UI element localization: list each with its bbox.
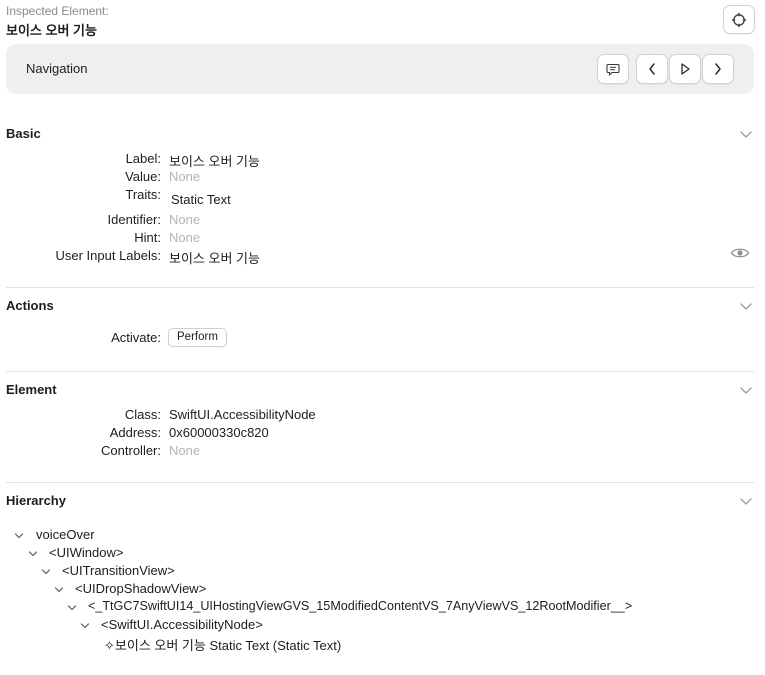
chevron-down-icon[interactable] bbox=[739, 301, 753, 311]
label-field-value: 보이스 오버 기능 bbox=[169, 154, 260, 169]
hierarchy-node-selected[interactable]: ✧보이스 오버 기능 Static Text (Static Text) bbox=[104, 635, 341, 654]
perform-button[interactable]: Perform bbox=[168, 328, 227, 347]
hierarchy-node[interactable]: <UITransitionView> bbox=[62, 563, 175, 578]
value-field-value: None bbox=[169, 169, 201, 184]
class-field-label: Class: bbox=[124, 407, 161, 422]
chevron-down-icon[interactable] bbox=[14, 532, 24, 540]
speech-bubble-icon bbox=[606, 63, 620, 76]
section-title-basic: Basic bbox=[6, 126, 41, 141]
identifier-field-label: Identifier: bbox=[107, 212, 161, 227]
crosshair-icon bbox=[731, 12, 747, 27]
inspected-element-value: 보이스 오버 기능 bbox=[6, 23, 97, 38]
chevron-down-icon[interactable] bbox=[739, 496, 753, 506]
section-divider bbox=[6, 482, 754, 483]
section-title-hierarchy: Hierarchy bbox=[6, 493, 66, 508]
inspected-element-label: Inspected Element: bbox=[6, 4, 109, 18]
controller-field-label: Controller: bbox=[101, 443, 161, 458]
chevron-down-icon[interactable] bbox=[739, 385, 753, 395]
chevron-down-icon[interactable] bbox=[739, 129, 753, 139]
label-field-label: Label: bbox=[125, 151, 161, 166]
play-button[interactable] bbox=[669, 54, 701, 84]
chevron-down-icon[interactable] bbox=[67, 604, 77, 612]
chevron-down-icon[interactable] bbox=[41, 568, 51, 576]
next-button[interactable] bbox=[702, 54, 734, 84]
navigation-bar: Navigation bbox=[6, 44, 754, 94]
traits-field-label: Traits: bbox=[125, 187, 161, 202]
hierarchy-node[interactable]: voiceOver bbox=[36, 527, 95, 542]
address-field-label: Address: bbox=[109, 425, 161, 440]
traits-field-value: Static Text bbox=[171, 192, 231, 207]
chevron-down-icon[interactable] bbox=[80, 622, 90, 630]
address-field-value: 0x60000330c820 bbox=[169, 425, 269, 440]
hierarchy-node[interactable]: <_TtGC7SwiftUI14_UIHostingViewGVS_15Modi… bbox=[88, 599, 632, 613]
identifier-field-value: None bbox=[169, 212, 201, 227]
chevron-left-icon bbox=[649, 63, 655, 75]
class-field-value: SwiftUI.AccessibilityNode bbox=[169, 407, 316, 422]
chevron-down-icon[interactable] bbox=[54, 586, 64, 594]
target-button[interactable] bbox=[723, 5, 755, 34]
section-title-actions: Actions bbox=[6, 298, 54, 313]
value-field-label: Value: bbox=[125, 169, 161, 184]
hint-field-label: Hint: bbox=[134, 230, 161, 245]
activate-label: Activate: bbox=[111, 330, 161, 345]
eye-icon[interactable] bbox=[730, 246, 750, 260]
user-input-labels-field-value: 보이스 오버 기능 bbox=[169, 251, 260, 266]
chevron-down-icon[interactable] bbox=[28, 550, 38, 558]
speak-button[interactable] bbox=[597, 54, 629, 84]
hierarchy-node[interactable]: <SwiftUI.AccessibilityNode> bbox=[101, 617, 263, 632]
navigation-title: Navigation bbox=[26, 61, 88, 76]
chevron-right-icon bbox=[715, 63, 721, 75]
hierarchy-node[interactable]: <UIDropShadowView> bbox=[75, 581, 206, 596]
play-icon bbox=[681, 63, 690, 75]
section-title-element: Element bbox=[6, 382, 57, 397]
hint-field-value: None bbox=[169, 230, 201, 245]
previous-button[interactable] bbox=[636, 54, 668, 84]
controller-field-value: None bbox=[169, 443, 201, 458]
section-divider bbox=[6, 371, 754, 372]
section-divider bbox=[6, 287, 754, 288]
hierarchy-node[interactable]: <UIWindow> bbox=[49, 545, 123, 560]
user-input-labels-field-label: User Input Labels: bbox=[55, 248, 161, 263]
